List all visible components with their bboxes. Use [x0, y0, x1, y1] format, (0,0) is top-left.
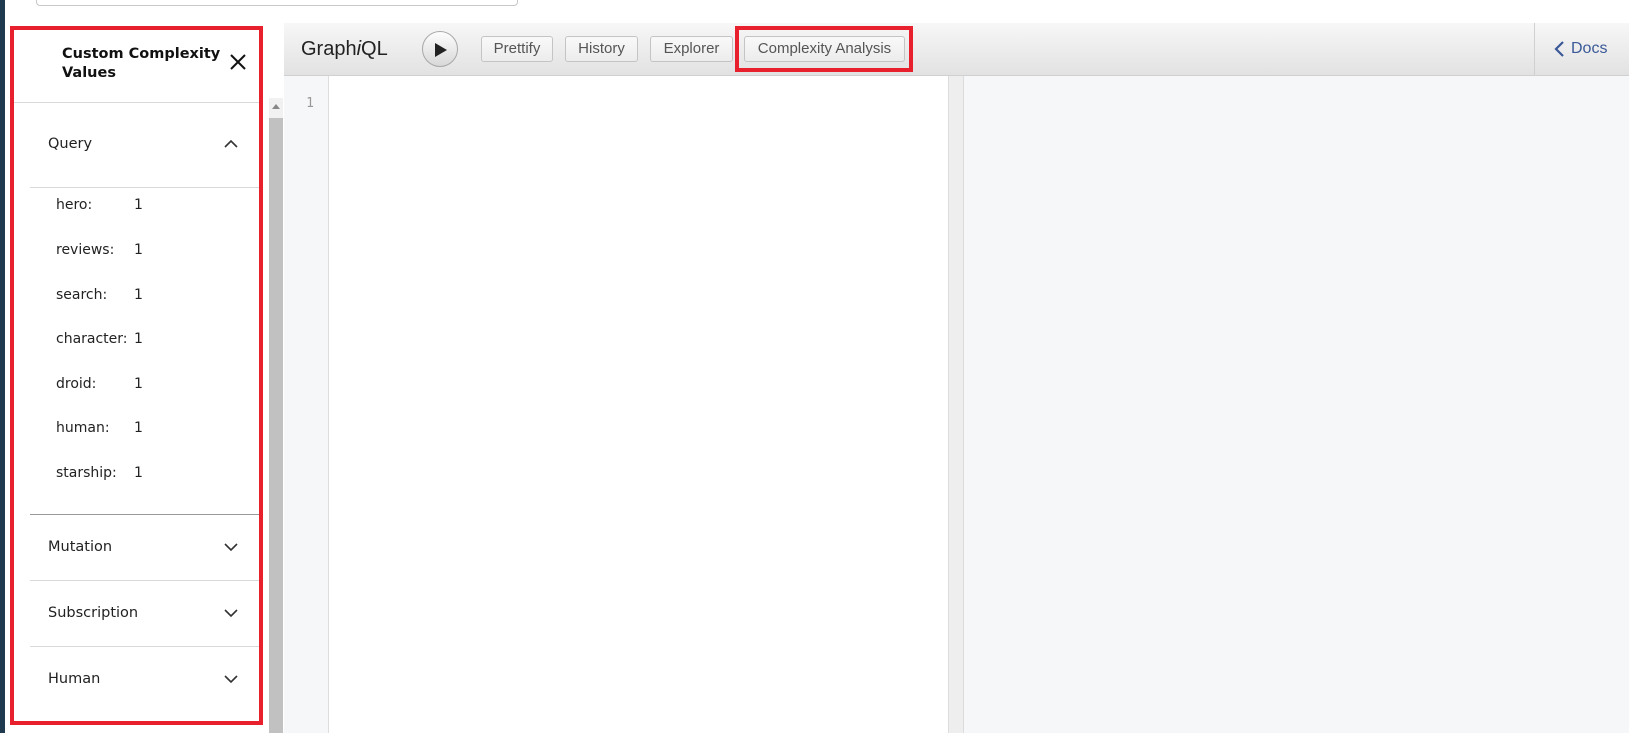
section-mutation[interactable]: Mutation	[30, 514, 259, 581]
query-fields: hero: 1 reviews: 1 search: 1 character: …	[30, 187, 259, 515]
field-name: starship:	[56, 465, 117, 481]
graphiql-app: GraphiQL Prettify History Explorer Compl…	[284, 23, 1629, 733]
field-value[interactable]: 1	[134, 331, 143, 347]
graphiql-logo: GraphiQL	[301, 23, 388, 75]
window-edge	[0, 0, 5, 733]
editor-divider[interactable]	[948, 76, 964, 733]
chevron-left-icon	[1554, 41, 1564, 57]
field-value[interactable]: 1	[134, 465, 143, 481]
graphiql-toolbar: GraphiQL Prettify History Explorer Compl…	[284, 23, 1629, 76]
logo-suffix: QL	[361, 38, 388, 60]
result-pane	[964, 76, 1629, 733]
line-number: 1	[306, 96, 314, 111]
history-button[interactable]: History	[565, 36, 638, 62]
logo-prefix: Graph	[301, 38, 357, 60]
panel-title: Custom Complexity Values	[62, 46, 221, 81]
prettify-button[interactable]: Prettify	[481, 36, 553, 62]
field-value[interactable]: 1	[134, 242, 143, 258]
field-value[interactable]: 1	[134, 287, 143, 303]
field-value[interactable]: 1	[134, 376, 143, 392]
query-editor[interactable]: 1	[284, 76, 948, 733]
field-value[interactable]: 1	[134, 197, 143, 213]
url-input[interactable]	[36, 0, 518, 6]
section-subscription[interactable]: Subscription	[30, 580, 259, 647]
field-name: search:	[56, 287, 108, 303]
highlight-box	[735, 26, 913, 72]
chevron-down-icon	[224, 675, 238, 684]
docs-button[interactable]: Docs	[1534, 23, 1630, 75]
field-value[interactable]: 1	[134, 420, 143, 436]
execute-button[interactable]	[422, 31, 458, 67]
field-name: human:	[56, 420, 110, 436]
play-icon	[435, 43, 447, 57]
explorer-button[interactable]: Explorer	[650, 36, 733, 62]
line-gutter: 1	[284, 76, 329, 733]
docs-label: Docs	[1571, 40, 1608, 57]
section-mutation-label: Mutation	[48, 539, 113, 555]
section-query[interactable]: Query	[30, 102, 259, 188]
section-query-label: Query	[48, 136, 93, 152]
custom-complexity-panel: Custom Complexity Values Query hero: 1 r…	[10, 26, 263, 725]
section-human-label: Human	[48, 671, 101, 687]
chevron-up-icon	[224, 139, 238, 148]
panel-header: Custom Complexity Values	[14, 30, 259, 103]
field-name: hero:	[56, 197, 93, 213]
section-subscription-label: Subscription	[48, 605, 139, 621]
chevron-down-icon	[224, 543, 238, 552]
field-name: droid:	[56, 376, 97, 392]
section-human[interactable]: Human	[30, 646, 259, 712]
vertical-scrollbar[interactable]	[269, 98, 283, 733]
field-name: character:	[56, 331, 128, 347]
chevron-down-icon	[224, 609, 238, 618]
close-icon[interactable]	[228, 52, 248, 72]
field-name: reviews:	[56, 242, 115, 258]
scrollbar-thumb[interactable]	[269, 118, 283, 733]
scroll-up-arrow-icon[interactable]	[272, 104, 280, 109]
